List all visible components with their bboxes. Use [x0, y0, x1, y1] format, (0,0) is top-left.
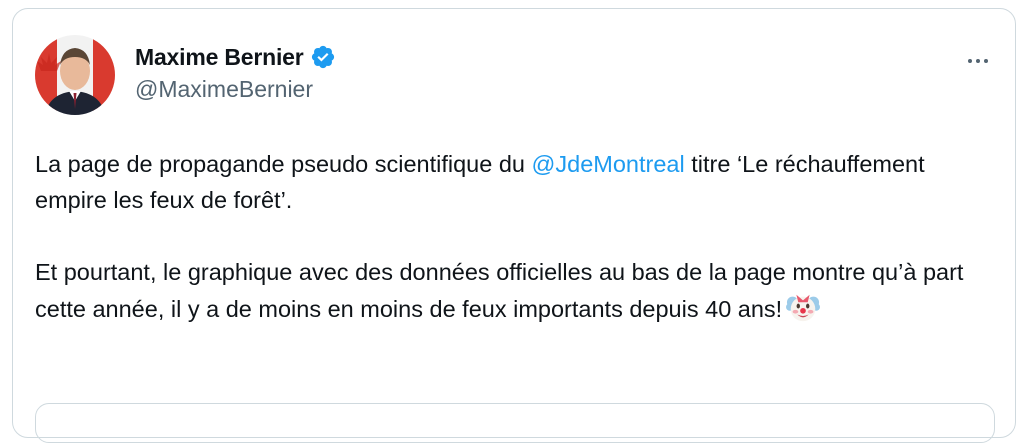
- media-attachment-edge[interactable]: [35, 403, 995, 443]
- more-horizontal-icon: [976, 59, 980, 63]
- clown-face-icon: [786, 290, 821, 324]
- tweet-card: Maxime Bernier @MaximeBernier La page de…: [12, 8, 1016, 443]
- more-options-button[interactable]: [961, 51, 995, 71]
- more-horizontal-icon: [984, 59, 988, 63]
- tweet-paragraph-2: Et pourtant, le graphique avec des donné…: [35, 254, 995, 327]
- mention-link[interactable]: @JdeMontreal: [532, 151, 685, 177]
- tweet-text-segment: La page de propagande pseudo scientifiqu…: [35, 151, 532, 177]
- author-handle[interactable]: @MaximeBernier: [135, 76, 313, 103]
- author-name-row: Maxime Bernier: [135, 41, 336, 73]
- avatar-image: [35, 35, 115, 115]
- tweet-text: La page de propagande pseudo scientifiqu…: [35, 146, 995, 327]
- author-display-name[interactable]: Maxime Bernier: [135, 44, 304, 71]
- tweet-paragraph-1: La page de propagande pseudo scientifiqu…: [35, 146, 995, 218]
- avatar[interactable]: [35, 35, 115, 115]
- tweet-text-segment: Et pourtant, le graphique avec des donné…: [35, 259, 964, 322]
- verified-badge-icon: [310, 44, 336, 70]
- more-horizontal-icon: [968, 59, 972, 63]
